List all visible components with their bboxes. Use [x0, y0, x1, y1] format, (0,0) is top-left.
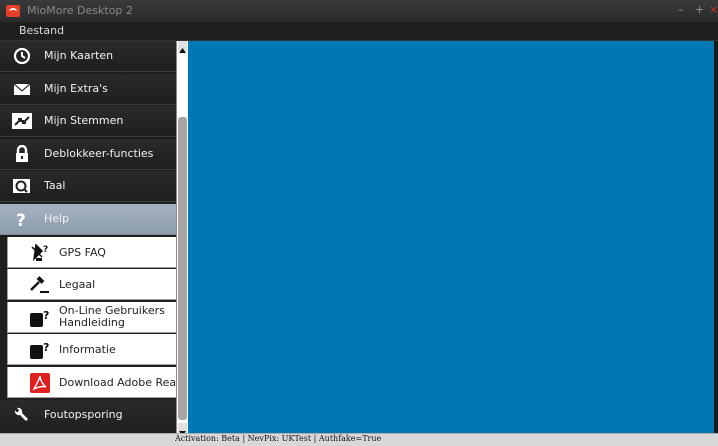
- gavel-icon: [30, 276, 49, 293]
- svg-text:?: ?: [43, 309, 49, 322]
- help-item-label: On-Line Gebruikers Handleiding: [59, 304, 165, 329]
- sidebar-item-language[interactable]: Taal: [0, 171, 176, 202]
- sidebar-item-voices[interactable]: Mijn Stemmen: [0, 106, 176, 137]
- sidebar-item-unlock[interactable]: Deblokkeer-functies: [0, 139, 176, 170]
- sidebar-item-label: Mijn Extra's: [44, 82, 108, 95]
- info-question-icon: ?: [30, 341, 49, 359]
- help-item-information[interactable]: ? Informatie: [7, 334, 176, 365]
- speaker-arrows-icon: [12, 113, 32, 129]
- title-bar: MioMore Desktop 2 – + ×: [0, 0, 718, 22]
- close-button[interactable]: ×: [709, 3, 718, 16]
- sidebar-item-label: Mijn Stemmen: [44, 114, 124, 127]
- help-item-gps-faq[interactable]: ? GPS FAQ: [7, 237, 176, 268]
- arrow-up-icon: [179, 48, 186, 53]
- sidebar-item-maps[interactable]: Mijn Kaarten: [0, 41, 176, 72]
- help-item-label: GPS FAQ: [59, 246, 106, 259]
- help-item-adobe-reader[interactable]: Download Adobe Reader: [7, 367, 194, 398]
- help-item-legal[interactable]: Legaal: [7, 269, 176, 300]
- content-area: [188, 41, 714, 433]
- menu-file[interactable]: Bestand: [19, 24, 64, 37]
- help-item-label: Informatie: [59, 343, 116, 356]
- envelope-icon: [13, 83, 31, 95]
- status-text: Activation: Beta | NevPix: UKTest | Auth…: [175, 434, 382, 443]
- status-bar: Activation: Beta | NevPix: UKTest | Auth…: [0, 433, 718, 446]
- scroll-down-button[interactable]: [178, 423, 187, 436]
- wrench-icon: [14, 407, 28, 421]
- window-title: MioMore Desktop 2: [27, 4, 133, 17]
- app-logo-icon: [6, 5, 20, 17]
- sidebar-item-help[interactable]: ? Help: [0, 204, 176, 235]
- help-item-online-manual[interactable]: ? On-Line Gebruikers Handleiding: [7, 302, 176, 333]
- window-border: [714, 41, 718, 433]
- sidebar-item-debug[interactable]: Foutopsporing: [0, 400, 176, 433]
- sidebar-item-label: Deblokkeer-functies: [44, 147, 154, 160]
- minimize-button[interactable]: –: [678, 3, 684, 16]
- sidebar-item-label: Mijn Kaarten: [44, 49, 114, 62]
- sidebar: Mijn Kaarten Mijn Extra's Mijn Stemmen D…: [0, 41, 194, 433]
- maximize-button[interactable]: +: [695, 3, 704, 16]
- sidebar-item-label: Taal: [44, 179, 66, 192]
- scroll-thumb[interactable]: [178, 117, 187, 420]
- scroll-up-button[interactable]: [178, 41, 187, 53]
- help-item-label: Legaal: [59, 278, 96, 291]
- svg-text:?: ?: [16, 211, 26, 228]
- svg-text:?: ?: [43, 341, 49, 354]
- question-icon: ?: [16, 211, 26, 228]
- padlock-icon: [16, 145, 28, 162]
- language-icon: [13, 179, 30, 193]
- manual-question-icon: ?: [30, 309, 49, 327]
- adobe-reader-icon: [30, 373, 50, 393]
- menu-bar: Bestand: [0, 22, 718, 41]
- svg-text:?: ?: [43, 245, 48, 255]
- sidebar-item-label: Foutopsporing: [44, 408, 123, 421]
- clock-icon: [13, 47, 31, 65]
- sidebar-item-label: Help: [44, 212, 70, 225]
- help-item-label: Download Adobe Reader: [59, 376, 195, 389]
- sidebar-scrollbar[interactable]: [176, 41, 188, 436]
- satellite-question-icon: ?: [31, 243, 48, 262]
- sidebar-item-extras[interactable]: Mijn Extra's: [0, 74, 176, 105]
